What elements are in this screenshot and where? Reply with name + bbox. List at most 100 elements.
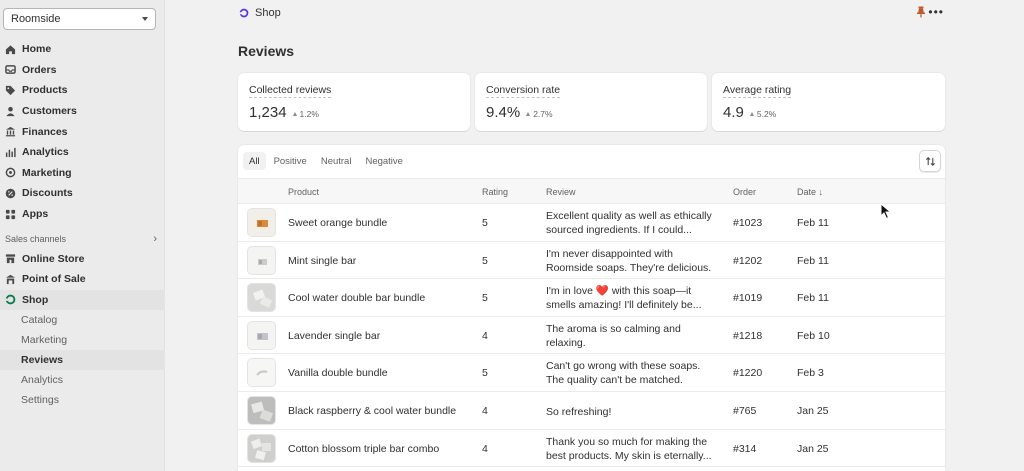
nav-item-analytics[interactable]: Analytics [0, 142, 165, 163]
review-line: smells amazing! I'll definitely be... [546, 299, 702, 312]
nav-item-shop[interactable]: Shop [0, 289, 165, 311]
nav-label: Shop [22, 293, 49, 306]
col-header-order[interactable]: Order [733, 187, 756, 197]
table-row[interactable]: Sweet orange bundle 5 Excellent quality … [238, 204, 945, 242]
product-name: Lavender single bar [288, 329, 381, 342]
nav-label: Discounts [22, 187, 73, 200]
trend-up-icon [526, 112, 531, 116]
more-actions-icon[interactable]: ••• [928, 5, 944, 19]
rating-value: 4 [482, 405, 488, 417]
sort-button[interactable] [919, 150, 941, 172]
review-line: I'm never disappointed with [546, 247, 673, 260]
col-header-date[interactable]: Date ↓ [797, 187, 823, 197]
nav-item-point-of-sale[interactable]: Point of Sale [0, 269, 165, 290]
nav-label: Orders [22, 63, 57, 76]
product-name: Sweet orange bundle [288, 217, 388, 229]
sub-item-label: Reviews [21, 354, 64, 367]
pin-icon[interactable] [916, 6, 926, 18]
order-number[interactable]: #1218 [733, 330, 762, 342]
table-row[interactable]: Mint single bar 5 I'm never disappointed… [238, 242, 945, 280]
nav-item-apps[interactable]: Apps [0, 204, 165, 225]
nav-item-orders[interactable]: Orders [0, 60, 165, 81]
review-date: Jan 25 [797, 442, 829, 455]
tab-all[interactable]: All [243, 152, 266, 170]
rating-value: 5 [482, 367, 488, 380]
metric-value: 9.4% [486, 104, 521, 121]
nav-item-customers[interactable]: Customers [0, 101, 165, 122]
nav-item-online-store[interactable]: Online Store [0, 248, 165, 269]
review-date: Feb 11 [797, 292, 829, 305]
review-line: Can't go wrong with these soaps. [546, 360, 701, 373]
col-header-product[interactable]: Product [288, 187, 319, 197]
trend-up-icon [292, 112, 297, 116]
col-header-rating[interactable]: Rating [482, 187, 508, 197]
table-row[interactable]: Lavender single bar 4 The aroma is so ca… [238, 317, 945, 355]
page-title: Reviews [238, 43, 295, 59]
product-thumbnail [247, 283, 276, 313]
rating-value: 5 [482, 217, 488, 229]
sub-item-marketing[interactable]: Marketing [0, 330, 165, 350]
review-date: Feb 3 [797, 367, 824, 380]
product-thumbnail [247, 358, 276, 388]
store-selector[interactable]: Roomside [3, 8, 156, 30]
nav-label: Marketing [22, 166, 72, 179]
reviews-table-card: All Positive Neutral Negative Product Ra… [238, 145, 945, 471]
order-number[interactable]: #1220 [733, 367, 762, 379]
sales-channels-header[interactable]: Sales channels › [0, 230, 165, 248]
pos-icon [5, 274, 16, 285]
app-title: Shop [255, 7, 281, 19]
table-row[interactable]: Cotton blossom triple bar combo 4 Thank … [238, 430, 945, 468]
col-header-review[interactable]: Review [546, 187, 576, 197]
nav-item-products[interactable]: Products [0, 80, 165, 101]
review-text: Thank you so much for making the best pro… [546, 435, 726, 463]
metric-label: Collected reviews [249, 84, 332, 98]
product-thumbnail [247, 208, 276, 237]
sub-item-settings[interactable]: Settings [0, 390, 165, 410]
table-row[interactable]: Vanilla double bundle 5 Can't go wrong w… [238, 354, 945, 392]
tab-positive[interactable]: Positive [268, 152, 313, 170]
order-number[interactable]: #314 [733, 443, 756, 455]
trend-up-icon [749, 112, 754, 116]
sub-item-label: Marketing [21, 334, 68, 347]
rating-value: 5 [482, 292, 488, 305]
metric-delta: 2.7% [526, 109, 553, 119]
review-text: I'm never disappointed with Roomside soap… [546, 247, 726, 275]
nav-item-home[interactable]: Home [0, 39, 165, 60]
sub-item-reviews[interactable]: Reviews [0, 350, 165, 371]
order-number[interactable]: #1023 [733, 217, 762, 229]
nav-label: Products [22, 84, 68, 97]
shop-icon [5, 294, 16, 305]
store-icon [5, 253, 16, 264]
discount-icon [5, 188, 16, 199]
order-number[interactable]: #765 [733, 405, 756, 417]
metric-delta: 1.2% [292, 109, 319, 119]
table-row[interactable]: Black raspberry & cool water bundle 4 So… [238, 392, 945, 430]
review-line: relaxing. [546, 336, 586, 349]
sub-item-catalog[interactable]: Catalog [0, 310, 165, 330]
table-row[interactable]: Cool water double bar bundle 5 I'm in lo… [238, 279, 945, 317]
review-date: Feb 11 [797, 254, 829, 267]
product-name: Vanilla double bundle [288, 367, 388, 380]
order-number[interactable]: #1202 [733, 255, 762, 267]
sub-item-analytics[interactable]: Analytics [0, 370, 165, 390]
review-text: Excellent quality as well as ethically so… [546, 209, 726, 237]
sub-item-label: Settings [21, 394, 59, 407]
home-icon [5, 44, 16, 55]
nav-item-discounts[interactable]: Discounts [0, 183, 165, 204]
nav-item-finances[interactable]: Finances [0, 121, 165, 142]
review-line: sourced ingredients. If I could... [546, 224, 692, 236]
order-number[interactable]: #1019 [733, 292, 762, 304]
mouse-cursor-icon [880, 203, 892, 220]
nav-label: Online Store [22, 252, 85, 265]
metric-delta-value: 2.7% [533, 109, 553, 119]
metric-label: Average rating [723, 84, 792, 98]
metric-card-average-rating: Average rating 4.9 5.2% [712, 73, 945, 131]
tab-negative[interactable]: Negative [359, 152, 409, 170]
tab-neutral[interactable]: Neutral [315, 152, 358, 170]
review-date: Feb 10 [797, 329, 830, 342]
orders-icon [5, 64, 16, 75]
sub-item-label: Analytics [21, 374, 64, 387]
metric-label: Conversion rate [486, 84, 561, 98]
nav-item-marketing[interactable]: Marketing [0, 163, 165, 184]
main-nav: Home Orders Products Customers Finances … [0, 39, 165, 410]
